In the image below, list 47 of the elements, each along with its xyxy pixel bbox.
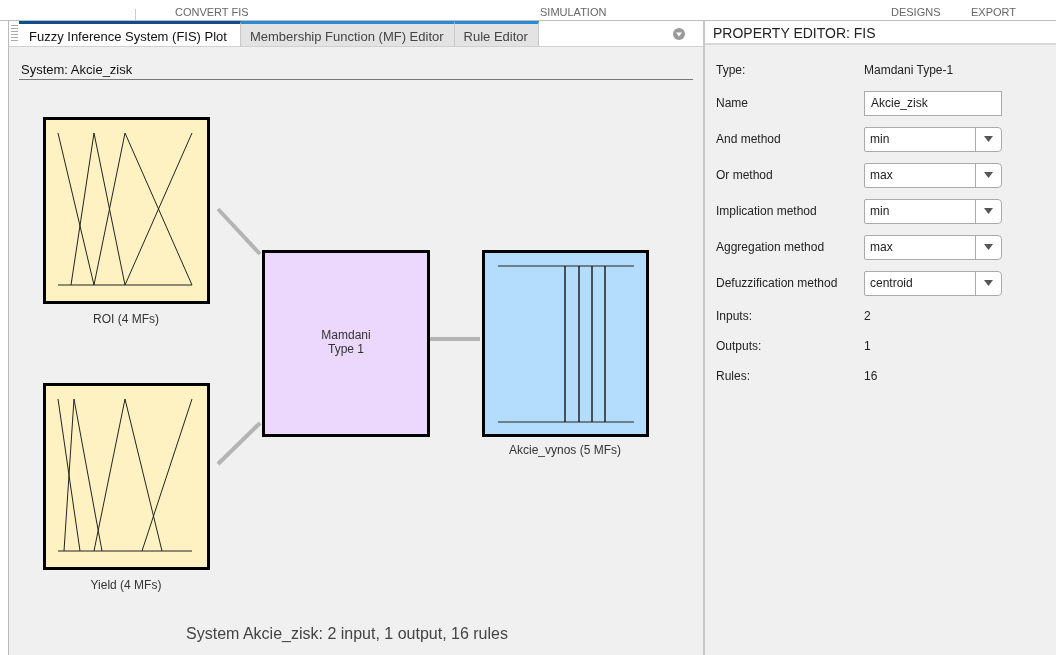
caret-icon	[984, 172, 993, 178]
connector-line	[216, 207, 262, 256]
method-dropdown[interactable]: min	[864, 198, 1002, 224]
caret-icon	[984, 136, 993, 142]
field-label: Inputs:	[716, 309, 754, 323]
name-field[interactable]: Akcie_zisk	[864, 90, 1002, 116]
field-label: Or method	[716, 168, 774, 182]
output-mf-plot[interactable]	[482, 250, 649, 437]
input-mf-plot[interactable]	[43, 383, 210, 570]
field-label: Aggregation method	[716, 240, 826, 254]
input-label: ROI (4 MFs)	[93, 312, 159, 326]
field-label: Defuzzification method	[716, 276, 839, 290]
grip-icon[interactable]	[11, 25, 18, 42]
field-value: Mamdani Type-1	[864, 63, 954, 77]
input-label: Yield (4 MFs)	[90, 578, 162, 592]
output-label: Akcie_vynos (5 MFs)	[509, 443, 621, 457]
tab[interactable]: Rule Editor	[454, 21, 539, 46]
field-label: Type:	[716, 63, 747, 77]
section-label: DESIGNS	[891, 6, 941, 19]
field-value: 2	[864, 309, 871, 323]
tab[interactable]: Membership Function (MF) Editor	[240, 21, 455, 46]
field-label: Rules:	[716, 369, 751, 383]
method-dropdown[interactable]: max	[864, 234, 1002, 260]
field-label: Outputs:	[716, 339, 763, 353]
caret-icon	[984, 208, 993, 214]
engine-label: Mamdani Type 1	[321, 328, 371, 356]
system-label: System: Akcie_zisk	[21, 62, 133, 77]
input-mf-plot[interactable]	[43, 117, 210, 304]
summary-text: System Akcie_zisk: 2 input, 1 output, 16 rules	[186, 625, 508, 643]
field-label: And method	[716, 132, 782, 146]
field-value: 16	[864, 369, 878, 383]
field-label: Name	[716, 96, 749, 110]
method-dropdown[interactable]: centroid	[864, 270, 1002, 296]
connector-line	[430, 337, 480, 341]
method-dropdown[interactable]: min	[864, 126, 1002, 152]
tab[interactable]: Fuzzy Inference System (FIS) Plot	[19, 21, 241, 46]
field-label: Implication method	[716, 204, 818, 218]
field-value: 1	[864, 339, 871, 353]
method-dropdown[interactable]: max	[864, 162, 1002, 188]
section-label: SIMULATION	[540, 6, 607, 19]
section-label: CONVERT FIS	[175, 6, 249, 19]
panel-title: PROPERTY EDITOR: FIS	[713, 25, 876, 41]
inference-block[interactable]	[262, 250, 430, 437]
caret-icon	[984, 244, 993, 250]
caret-icon	[984, 280, 993, 286]
connector-line	[216, 421, 262, 466]
section-label: EXPORT	[971, 6, 1017, 19]
